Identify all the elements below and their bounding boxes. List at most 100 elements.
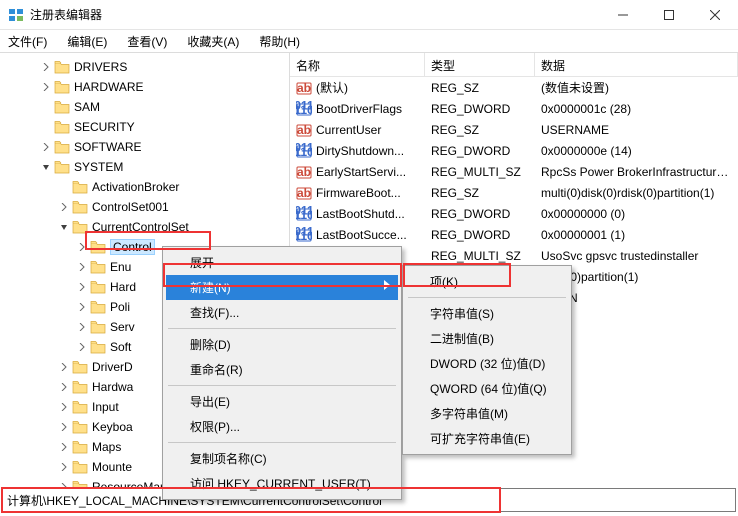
chevron-down-icon[interactable] bbox=[40, 160, 52, 174]
chevron-right-icon[interactable] bbox=[76, 340, 88, 354]
tree-label: DriverD bbox=[92, 360, 133, 374]
chevron-right-icon[interactable] bbox=[40, 80, 52, 94]
col-name[interactable]: 名称 bbox=[290, 53, 425, 76]
chevron-right-icon[interactable] bbox=[40, 60, 52, 74]
col-type[interactable]: 类型 bbox=[425, 53, 535, 76]
tree-item[interactable]: DRIVERS bbox=[4, 57, 289, 77]
value-type: REG_DWORD bbox=[425, 205, 535, 223]
chevron-right-icon[interactable] bbox=[40, 140, 52, 154]
menu-item[interactable]: 文件(F) bbox=[4, 31, 51, 52]
folder-icon bbox=[90, 340, 106, 354]
menu-item[interactable]: 可扩充字符串值(E) bbox=[406, 426, 568, 451]
chevron-right-icon[interactable] bbox=[76, 260, 88, 274]
menu-item[interactable]: 帮助(H) bbox=[255, 31, 304, 52]
folder-icon bbox=[90, 300, 106, 314]
value-name: DirtyShutdown... bbox=[316, 144, 404, 158]
chevron-right-icon[interactable] bbox=[76, 300, 88, 314]
value-name: CurrentUser bbox=[316, 123, 381, 137]
chevron-right-icon[interactable] bbox=[58, 200, 70, 214]
menu-item[interactable]: 导出(E) bbox=[166, 389, 398, 414]
tree-item[interactable]: SOFTWARE bbox=[4, 137, 289, 157]
chevron-right-icon[interactable] bbox=[76, 320, 88, 334]
menu-item[interactable]: 新建(N) bbox=[166, 275, 398, 300]
folder-icon bbox=[72, 400, 88, 414]
close-button[interactable] bbox=[692, 0, 738, 30]
tree-label: HARDWARE bbox=[74, 80, 144, 94]
maximize-button[interactable] bbox=[646, 0, 692, 30]
tree-item[interactable]: SAM bbox=[4, 97, 289, 117]
value-name: EarlyStartServi... bbox=[316, 165, 406, 179]
value-row[interactable]: 011110BootDriverFlagsREG_DWORD0x0000001c… bbox=[290, 98, 738, 119]
tree-label: SYSTEM bbox=[74, 160, 123, 174]
context-menu[interactable]: 展开新建(N)查找(F)... 删除(D)重命名(R) 导出(E)权限(P)... 复… bbox=[162, 246, 402, 500]
value-data: USERNAME bbox=[535, 121, 738, 139]
value-row[interactable]: 011110LastBootSucce...REG_DWORD0x0000000… bbox=[290, 224, 738, 245]
chevron-right-icon[interactable] bbox=[58, 400, 70, 414]
chevron-right-icon[interactable] bbox=[76, 280, 88, 294]
minimize-button[interactable] bbox=[600, 0, 646, 30]
chevron-right-icon[interactable] bbox=[58, 460, 70, 474]
submenu-new[interactable]: 项(K) 字符串值(S)二进制值(B)DWORD (32 位)值(D)QWORD … bbox=[402, 265, 572, 455]
menu-item[interactable]: 删除(D) bbox=[166, 332, 398, 357]
value-name: LastBootSucce... bbox=[316, 228, 407, 242]
value-type: REG_MULTI_SZ bbox=[425, 163, 535, 181]
value-type: REG_DWORD bbox=[425, 100, 535, 118]
folder-icon bbox=[90, 280, 106, 294]
chevron-right-icon[interactable] bbox=[58, 440, 70, 454]
value-data: (数值未设置) bbox=[535, 77, 738, 98]
value-row[interactable]: abCurrentUserREG_SZUSERNAME bbox=[290, 119, 738, 140]
value-data: 0x0000001c (28) bbox=[535, 100, 738, 118]
tree-item[interactable]: CurrentControlSet bbox=[4, 217, 289, 237]
value-row[interactable]: ab(默认)REG_SZ(数值未设置) bbox=[290, 77, 738, 98]
menu-item[interactable]: 展开 bbox=[166, 250, 398, 275]
chevron-right-icon[interactable] bbox=[58, 360, 70, 374]
tree-item[interactable]: ControlSet001 bbox=[4, 197, 289, 217]
menu-item[interactable]: 查找(F)... bbox=[166, 300, 398, 325]
folder-icon bbox=[90, 260, 106, 274]
folder-icon bbox=[72, 360, 88, 374]
tree-item[interactable]: HARDWARE bbox=[4, 77, 289, 97]
value-data: multi(0)disk(0)rdisk(0)partition(1) bbox=[535, 184, 738, 202]
menu-item[interactable]: 多字符串值(M) bbox=[406, 401, 568, 426]
submenu-arrow-icon bbox=[384, 279, 390, 293]
col-data[interactable]: 数据 bbox=[535, 53, 738, 76]
menu-item[interactable]: 字符串值(S) bbox=[406, 301, 568, 326]
tree-label: Poli bbox=[110, 300, 130, 314]
tree-label: SAM bbox=[74, 100, 100, 114]
svg-text:ab: ab bbox=[297, 81, 311, 95]
tree-label: Soft bbox=[110, 340, 131, 354]
value-name: LastBootShutd... bbox=[316, 207, 405, 221]
menu-item[interactable]: 编辑(E) bbox=[63, 31, 111, 52]
tree-label: Keyboa bbox=[92, 420, 133, 434]
menu-item[interactable]: 二进制值(B) bbox=[406, 326, 568, 351]
value-row[interactable]: abFirmwareBoot...REG_SZmulti(0)disk(0)rd… bbox=[290, 182, 738, 203]
column-headers[interactable]: 名称 类型 数据 bbox=[290, 53, 738, 77]
chevron-right-icon[interactable] bbox=[58, 420, 70, 434]
tree-item[interactable]: SYSTEM bbox=[4, 157, 289, 177]
value-row[interactable]: 011110LastBootShutd...REG_DWORD0x0000000… bbox=[290, 203, 738, 224]
folder-icon bbox=[72, 200, 88, 214]
menu-item[interactable]: 查看(V) bbox=[123, 31, 171, 52]
menu-item[interactable]: 项(K) bbox=[406, 269, 568, 294]
menu-item[interactable]: 重命名(R) bbox=[166, 357, 398, 382]
menu-item[interactable]: 收藏夹(A) bbox=[183, 31, 243, 52]
app-icon bbox=[8, 7, 24, 23]
chevron-down-icon[interactable] bbox=[58, 220, 70, 234]
value-row[interactable]: abEarlyStartServi...REG_MULTI_SZRpcSs Po… bbox=[290, 161, 738, 182]
menu-item[interactable]: 复制项名称(C) bbox=[166, 446, 398, 471]
folder-icon bbox=[90, 320, 106, 334]
value-data: 0x0000000e (14) bbox=[535, 142, 738, 160]
folder-icon bbox=[54, 160, 70, 174]
tree-item[interactable]: ActivationBroker bbox=[4, 177, 289, 197]
chevron-right-icon[interactable] bbox=[58, 380, 70, 394]
value-row[interactable]: 011110DirtyShutdown...REG_DWORD0x0000000… bbox=[290, 140, 738, 161]
menu-item[interactable]: DWORD (32 位)值(D) bbox=[406, 351, 568, 376]
binary-icon: 011110 bbox=[296, 143, 312, 159]
menu-item[interactable]: 访问 HKEY_CURRENT_USER(T) bbox=[166, 471, 398, 496]
chevron-right-icon[interactable] bbox=[76, 240, 88, 254]
menu-item[interactable]: 权限(P)... bbox=[166, 414, 398, 439]
folder-icon bbox=[72, 380, 88, 394]
value-data: RpcSs Power BrokerInfrastructure S bbox=[535, 163, 738, 181]
tree-item[interactable]: SECURITY bbox=[4, 117, 289, 137]
menu-item[interactable]: QWORD (64 位)值(Q) bbox=[406, 376, 568, 401]
